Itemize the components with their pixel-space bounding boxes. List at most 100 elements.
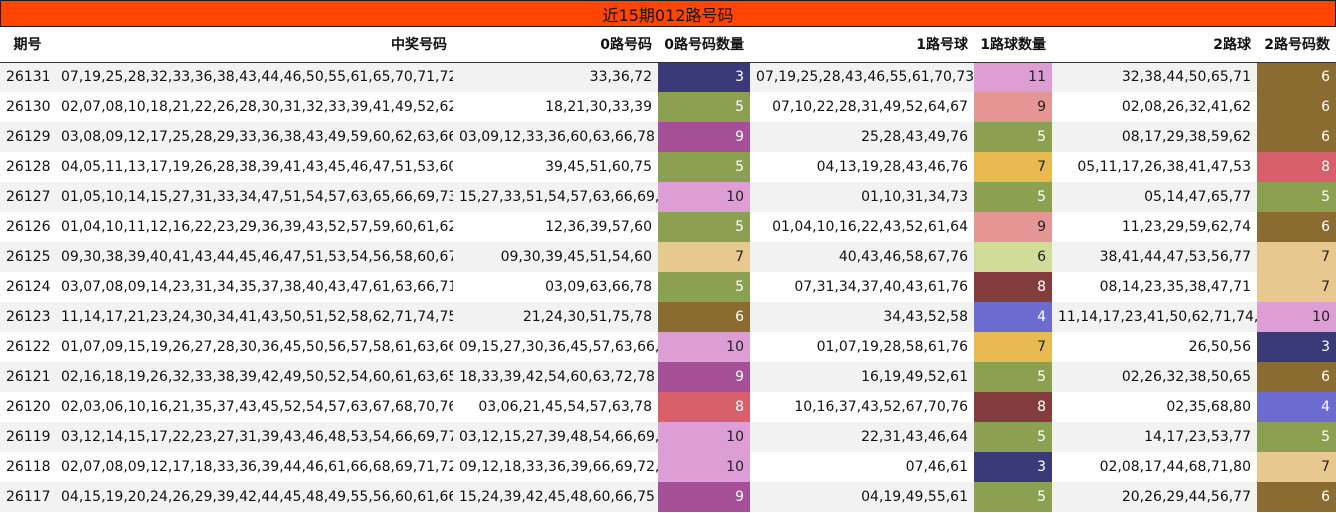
cell-route2-numbers: 32,38,44,50,65,71 <box>1052 62 1257 92</box>
cell-period: 26121 <box>0 362 55 392</box>
table-row: 26118 02,07,08,09,12,17,18,33,36,39,44,46… <box>0 452 1336 482</box>
cell-route0-count: 9 <box>658 122 750 152</box>
header-route1: 1路号球 <box>750 27 974 63</box>
cell-route1-count: 8 <box>974 272 1052 302</box>
cell-period: 26118 <box>0 452 55 482</box>
cell-period: 26126 <box>0 212 55 242</box>
cell-period: 26127 <box>0 182 55 212</box>
table-row: 26126 01,04,10,11,12,16,22,23,29,36,39,43… <box>0 212 1336 242</box>
cell-route2-count: 10 <box>1257 302 1336 332</box>
cell-period: 26131 <box>0 62 55 92</box>
cell-route0-count: 10 <box>658 422 750 452</box>
table-row: 26120 02,03,06,10,16,21,35,37,43,45,52,54… <box>0 392 1336 422</box>
cell-route1-count: 5 <box>974 422 1052 452</box>
cell-route0-numbers: 09,30,39,45,51,54,60 <box>453 242 658 272</box>
cell-period: 26125 <box>0 242 55 272</box>
cell-route1-count: 9 <box>974 92 1052 122</box>
cell-route1-count: 7 <box>974 152 1052 182</box>
cell-route0-count: 10 <box>658 452 750 482</box>
cell-route1-numbers: 01,10,31,34,73 <box>750 182 974 212</box>
cell-route2-numbers: 05,11,17,26,38,41,47,53 <box>1052 152 1257 182</box>
cell-route0-numbers: 21,24,30,51,75,78 <box>453 302 658 332</box>
header-route2: 2路球 <box>1052 27 1257 63</box>
cell-route0-count: 10 <box>658 332 750 362</box>
cell-winning-numbers: 09,30,38,39,40,41,43,44,45,46,47,51,53,5… <box>55 242 453 272</box>
table-title: 近15期012路号码 <box>0 0 1336 27</box>
table-row: 26119 03,12,14,15,17,22,23,27,31,39,43,46… <box>0 422 1336 452</box>
cell-route1-numbers: 07,19,25,28,43,46,55,61,70,73,79 <box>750 62 974 92</box>
cell-route1-numbers: 34,43,52,58 <box>750 302 974 332</box>
cell-route1-numbers: 22,31,43,46,64 <box>750 422 974 452</box>
cell-route1-numbers: 40,43,46,58,67,76 <box>750 242 974 272</box>
cell-route0-count: 3 <box>658 62 750 92</box>
cell-route2-numbers: 38,41,44,47,53,56,77 <box>1052 242 1257 272</box>
cell-winning-numbers: 07,19,25,28,32,33,36,38,43,44,46,50,55,6… <box>55 62 453 92</box>
cell-route2-numbers: 08,17,29,38,59,62 <box>1052 122 1257 152</box>
cell-winning-numbers: 01,05,10,14,15,27,31,33,34,47,51,54,57,6… <box>55 182 453 212</box>
cell-route1-count: 3 <box>974 452 1052 482</box>
table-row: 26122 01,07,09,15,19,26,27,28,30,36,45,50… <box>0 332 1336 362</box>
cell-route2-numbers: 02,08,17,44,68,71,80 <box>1052 452 1257 482</box>
cell-route1-numbers: 04,13,19,28,43,46,76 <box>750 152 974 182</box>
header-route0-count: 0路号码数量 <box>658 27 750 63</box>
cell-route0-numbers: 03,09,63,66,78 <box>453 272 658 302</box>
cell-route1-numbers: 01,07,19,28,58,61,76 <box>750 332 974 362</box>
cell-period: 26124 <box>0 272 55 302</box>
cell-period: 26129 <box>0 122 55 152</box>
cell-route1-count: 5 <box>974 362 1052 392</box>
cell-route1-numbers: 04,19,49,55,61 <box>750 482 974 512</box>
cell-route1-count: 7 <box>974 332 1052 362</box>
cell-winning-numbers: 03,12,14,15,17,22,23,27,31,39,43,46,48,5… <box>55 422 453 452</box>
cell-route2-count: 7 <box>1257 242 1336 272</box>
cell-route2-count: 3 <box>1257 332 1336 362</box>
cell-route0-numbers: 03,12,15,27,39,48,54,66,69,78 <box>453 422 658 452</box>
cell-route0-numbers: 09,15,27,30,36,45,57,63,66,78 <box>453 332 658 362</box>
cell-route2-numbers: 14,17,23,53,77 <box>1052 422 1257 452</box>
cell-route1-numbers: 10,16,37,43,52,67,70,76 <box>750 392 974 422</box>
cell-route2-count: 6 <box>1257 362 1336 392</box>
cell-route2-numbers: 02,26,32,38,50,65 <box>1052 362 1257 392</box>
cell-winning-numbers: 04,05,11,13,17,19,26,28,38,39,41,43,45,4… <box>55 152 453 182</box>
cell-winning-numbers: 04,15,19,20,24,26,29,39,42,44,45,48,49,5… <box>55 482 453 512</box>
cell-route0-numbers: 09,12,18,33,36,39,66,69,72,75 <box>453 452 658 482</box>
cell-winning-numbers: 01,04,10,11,12,16,22,23,29,36,39,43,52,5… <box>55 212 453 242</box>
cell-period: 26119 <box>0 422 55 452</box>
table-row: 26128 04,05,11,13,17,19,26,28,38,39,41,43… <box>0 152 1336 182</box>
cell-route1-count: 9 <box>974 212 1052 242</box>
cell-route2-numbers: 08,14,23,35,38,47,71 <box>1052 272 1257 302</box>
cell-period: 26130 <box>0 92 55 122</box>
cell-route2-numbers: 11,23,29,59,62,74 <box>1052 212 1257 242</box>
cell-route1-numbers: 07,10,22,28,31,49,52,64,67 <box>750 92 974 122</box>
table-row: 26117 04,15,19,20,24,26,29,39,42,44,45,48… <box>0 482 1336 512</box>
cell-route0-numbers: 15,27,33,51,54,57,63,66,69,78 <box>453 182 658 212</box>
cell-route2-numbers: 11,14,17,23,41,50,62,71,74,80 <box>1052 302 1257 332</box>
cell-route0-count: 9 <box>658 482 750 512</box>
table-row: 26121 02,16,18,19,26,32,33,38,39,42,49,50… <box>0 362 1336 392</box>
cell-route2-numbers: 05,14,47,65,77 <box>1052 182 1257 212</box>
cell-route0-numbers: 18,21,30,33,39 <box>453 92 658 122</box>
cell-route2-count: 8 <box>1257 152 1336 182</box>
header-winning: 中奖号码 <box>55 27 453 63</box>
cell-route0-count: 5 <box>658 92 750 122</box>
cell-winning-numbers: 02,07,08,09,12,17,18,33,36,39,44,46,61,6… <box>55 452 453 482</box>
cell-route0-numbers: 15,24,39,42,45,48,60,66,75 <box>453 482 658 512</box>
cell-route2-count: 5 <box>1257 422 1336 452</box>
cell-route2-count: 4 <box>1257 392 1336 422</box>
cell-route2-count: 6 <box>1257 212 1336 242</box>
cell-route2-count: 6 <box>1257 122 1336 152</box>
cell-winning-numbers: 02,07,08,10,18,21,22,26,28,30,31,32,33,3… <box>55 92 453 122</box>
cell-route0-numbers: 12,36,39,57,60 <box>453 212 658 242</box>
header-row: 期号 中奖号码 0路号码 0路号码数量 1路号球 1路球数量 2路球 2路号码数 <box>0 27 1336 63</box>
cell-route1-count: 4 <box>974 302 1052 332</box>
cell-route2-count: 6 <box>1257 482 1336 512</box>
cell-route0-count: 5 <box>658 212 750 242</box>
table-row: 26124 03,07,08,09,14,23,31,34,35,37,38,40… <box>0 272 1336 302</box>
cell-period: 26128 <box>0 152 55 182</box>
cell-route2-numbers: 02,35,68,80 <box>1052 392 1257 422</box>
table-row: 26131 07,19,25,28,32,33,36,38,43,44,46,50… <box>0 62 1336 92</box>
cell-route1-count: 8 <box>974 392 1052 422</box>
cell-route2-numbers: 02,08,26,32,41,62 <box>1052 92 1257 122</box>
cell-route0-numbers: 39,45,51,60,75 <box>453 152 658 182</box>
cell-route0-numbers: 18,33,39,42,54,60,63,72,78 <box>453 362 658 392</box>
cell-route1-numbers: 01,04,10,16,22,43,52,61,64 <box>750 212 974 242</box>
